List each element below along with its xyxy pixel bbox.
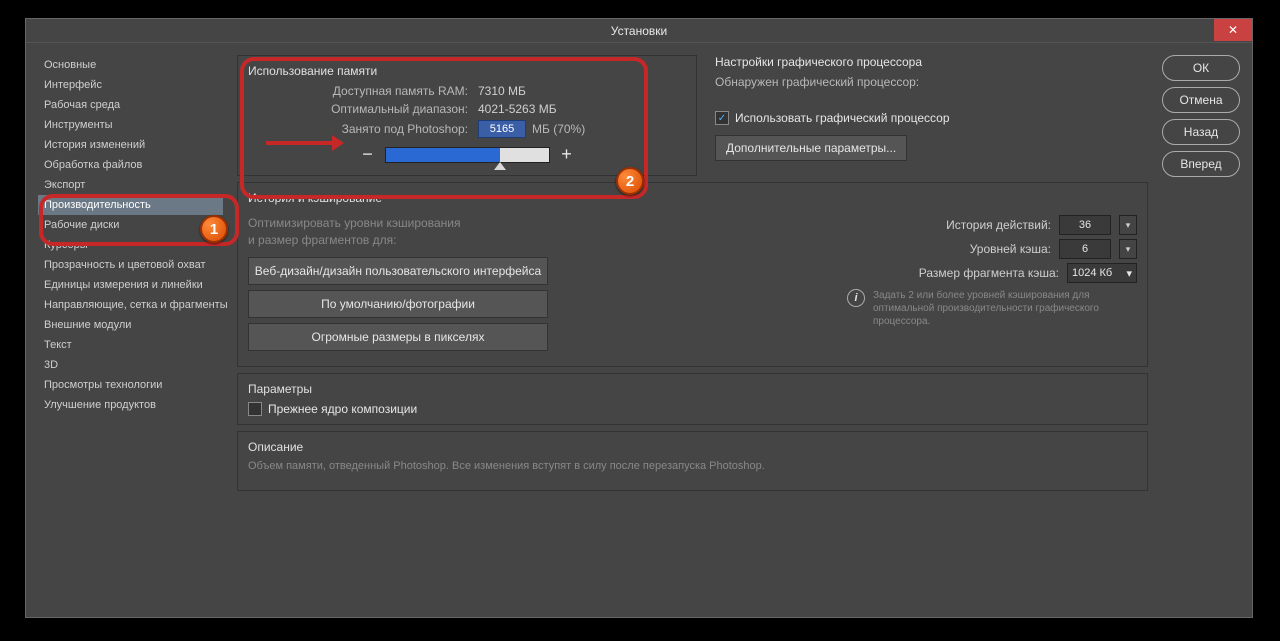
gpu-advanced-button[interactable]: Дополнительные параметры... — [715, 135, 907, 161]
ideal-range-value: 4021-5263 МБ — [478, 102, 557, 116]
preset-web-ui-button[interactable]: Веб-дизайн/дизайн пользовательского инте… — [248, 257, 548, 285]
sidebar-item-interface[interactable]: Интерфейс — [38, 75, 223, 95]
description-title: Описание — [248, 440, 1137, 454]
preset-huge-pixel-button[interactable]: Огромные размеры в пикселях — [248, 323, 548, 351]
cache-tile-size-label: Размер фрагмента кэша: — [919, 266, 1059, 280]
sidebar-item-transparency[interactable]: Прозрачность и цветовой охват — [38, 255, 223, 275]
sidebar-item-history[interactable]: История изменений — [38, 135, 223, 155]
info-icon: i — [847, 289, 865, 307]
available-ram-label: Доступная память RAM: — [248, 84, 468, 98]
gpu-settings-section: Настройки графического процессора Обнару… — [715, 55, 1148, 176]
sidebar-item-general[interactable]: Основные — [38, 55, 223, 75]
memory-slider-fill — [386, 148, 500, 162]
memory-slider[interactable] — [385, 147, 550, 163]
cache-title: История и кэширование — [248, 191, 1137, 205]
chevron-down-icon: ▾ — [1126, 267, 1132, 280]
memory-title: Использование памяти — [248, 64, 686, 78]
memory-increase-button[interactable]: + — [560, 144, 574, 165]
sidebar-item-guides[interactable]: Направляющие, сетка и фрагменты — [38, 295, 223, 315]
history-states-label: История действий: — [946, 218, 1051, 232]
sidebar-item-units[interactable]: Единицы измерения и линейки — [38, 275, 223, 295]
sidebar-item-export[interactable]: Экспорт — [38, 175, 223, 195]
gpu-title: Настройки графического процессора — [715, 55, 1148, 69]
preferences-dialog: Установки ✕ Основные Интерфейс Рабочая с… — [25, 18, 1253, 618]
ideal-range-label: Оптимальный диапазон: — [248, 102, 468, 116]
annotation-arrow-icon — [266, 141, 342, 145]
next-button[interactable]: Вперед — [1162, 151, 1240, 177]
sidebar-item-tech-previews[interactable]: Просмотры технологии — [38, 375, 223, 395]
description-text: Объем памяти, отведенный Photoshop. Все … — [248, 460, 1137, 472]
sidebar-item-cursors[interactable]: Курсоры — [38, 235, 223, 255]
legacy-compositing-label: Прежнее ядро композиции — [268, 402, 417, 416]
use-gpu-checkbox[interactable]: ✓ — [715, 111, 729, 125]
gpu-detected-label: Обнаружен графический процессор: — [715, 75, 1148, 89]
dialog-buttons: ОК Отмена Назад Вперед — [1162, 55, 1240, 605]
memory-decrease-button[interactable]: − — [361, 144, 375, 165]
sidebar-item-filehandling[interactable]: Обработка файлов — [38, 155, 223, 175]
cache-levels-label: Уровней кэша: — [970, 242, 1051, 256]
prev-button[interactable]: Назад — [1162, 119, 1240, 145]
options-section: Параметры Прежнее ядро композиции — [237, 373, 1148, 425]
available-ram-value: 7310 МБ — [478, 84, 526, 98]
legacy-compositing-checkbox[interactable] — [248, 402, 262, 416]
cancel-button[interactable]: Отмена — [1162, 87, 1240, 113]
cache-levels-dropdown[interactable]: ▾ — [1119, 239, 1137, 259]
sidebar-item-product-improvement[interactable]: Улучшение продуктов — [38, 395, 223, 415]
options-title: Параметры — [248, 382, 1137, 396]
history-cache-section: История и кэширование Оптимизировать уро… — [237, 182, 1148, 367]
memory-usage-section: Использование памяти Доступная память RA… — [237, 55, 697, 176]
sidebar-item-workspace[interactable]: Рабочая среда — [38, 95, 223, 115]
cache-tile-size-select[interactable]: 1024 Кб▾ — [1067, 263, 1137, 283]
cache-optimize-hint: Оптимизировать уровни кэширования и разм… — [248, 215, 678, 249]
memory-slider-handle[interactable] — [494, 162, 506, 170]
cache-info-text: Задать 2 или более уровней кэширования д… — [873, 289, 1137, 328]
sidebar-item-scratch[interactable]: Рабочие диски — [38, 215, 223, 235]
titlebar: Установки ✕ — [26, 19, 1252, 43]
sidebar-item-3d[interactable]: 3D — [38, 355, 223, 375]
let-photoshop-use-unit: МБ (70%) — [532, 122, 585, 136]
sidebar-item-performance[interactable]: Производительность — [38, 195, 223, 215]
sidebar-item-type[interactable]: Текст — [38, 335, 223, 355]
sidebar-item-tools[interactable]: Инструменты — [38, 115, 223, 135]
close-button[interactable]: ✕ — [1214, 19, 1252, 41]
window-title: Установки — [611, 24, 667, 38]
cache-levels-input[interactable] — [1059, 239, 1111, 259]
sidebar-item-plugins[interactable]: Внешние модули — [38, 315, 223, 335]
let-photoshop-use-input[interactable] — [478, 120, 526, 138]
let-photoshop-use-label: Занято под Photoshop: — [248, 122, 468, 136]
preset-default-photos-button[interactable]: По умолчанию/фотографии — [248, 290, 548, 318]
history-states-dropdown[interactable]: ▾ — [1119, 215, 1137, 235]
ok-button[interactable]: ОК — [1162, 55, 1240, 81]
history-states-input[interactable] — [1059, 215, 1111, 235]
description-section: Описание Объем памяти, отведенный Photos… — [237, 431, 1148, 491]
category-sidebar: Основные Интерфейс Рабочая среда Инструм… — [38, 55, 223, 605]
use-gpu-label: Использовать графический процессор — [735, 111, 950, 125]
